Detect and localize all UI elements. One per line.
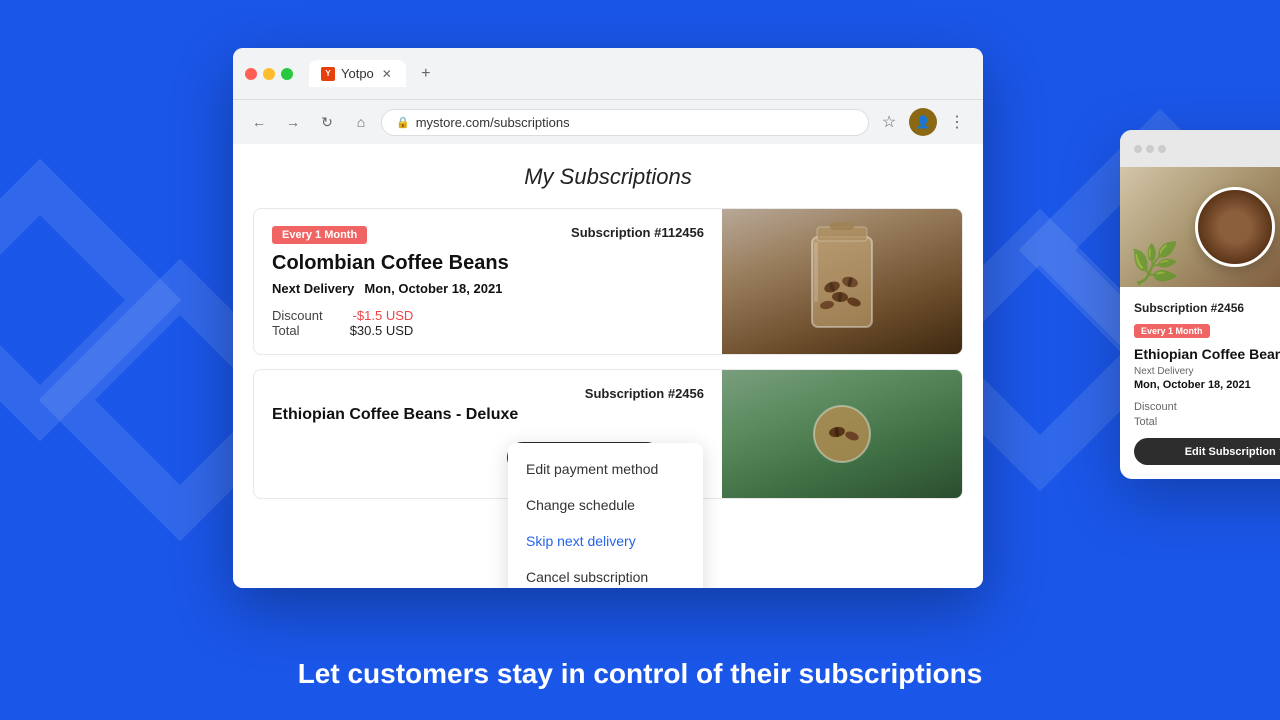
subscription-1-number: Subscription #112456 bbox=[571, 225, 704, 240]
forward-button[interactable]: → bbox=[279, 108, 307, 136]
phone-pricing-discount-row: Discount -$1.5 USD bbox=[1134, 401, 1280, 413]
browser-nav: ← → ↻ ⌂ 🔒 mystore.com/subscriptions ☆ 👤 … bbox=[233, 100, 983, 144]
coffee-bowl-image bbox=[1195, 187, 1275, 267]
phone-hero: 🌿 bbox=[1120, 167, 1280, 287]
phone-modal: ☰ 🔍 🌿 Subscription #2456 Every 1 Month E… bbox=[1120, 130, 1280, 479]
bookmark-button[interactable]: ☆ bbox=[875, 108, 903, 136]
phone-next-delivery-label: Next Delivery bbox=[1134, 366, 1280, 377]
minimize-button-tl[interactable] bbox=[263, 68, 275, 80]
phone-pricing-total-row: Total $30.5 USD bbox=[1134, 416, 1280, 428]
coffee-image-2 bbox=[722, 370, 962, 498]
total-value: $30.5 USD bbox=[350, 323, 414, 338]
plant-decoration: 🌿 bbox=[1130, 240, 1180, 287]
phone-next-delivery-date: Mon, October 18, 2021 bbox=[1134, 379, 1280, 391]
phone-dot-1 bbox=[1134, 145, 1142, 153]
subscription-2-product: Ethiopian Coffee Beans - Deluxe bbox=[272, 406, 704, 424]
tab-favicon: Y bbox=[321, 67, 335, 81]
dropdown-change-schedule[interactable]: Change schedule bbox=[508, 487, 703, 523]
subscription-1-badge: Every 1 Month bbox=[272, 226, 367, 244]
discount-value: -$1.5 USD bbox=[353, 308, 414, 323]
browser-tab[interactable]: Y Yotpo ✕ bbox=[309, 60, 406, 87]
page-title: My Subscriptions bbox=[253, 164, 963, 190]
subscription-2-number: Subscription #2456 bbox=[585, 386, 704, 401]
traffic-lights bbox=[245, 68, 293, 80]
dropdown-cancel-subscription[interactable]: Cancel subscription bbox=[508, 559, 703, 588]
back-button[interactable]: ← bbox=[245, 108, 273, 136]
card-right-2 bbox=[722, 370, 962, 498]
subscription-1-product: Colombian Coffee Beans bbox=[272, 252, 704, 275]
lock-icon: 🔒 bbox=[396, 116, 410, 129]
phone-discount-label: Discount bbox=[1134, 401, 1177, 413]
next-delivery-date: Mon, October 18, 2021 bbox=[364, 281, 502, 296]
phone-edit-subscription-button[interactable]: Edit Subscription ▾ bbox=[1134, 438, 1280, 465]
phone-sub-number: Subscription #2456 bbox=[1134, 301, 1280, 315]
phone-dot-2 bbox=[1146, 145, 1154, 153]
close-button-tl[interactable] bbox=[245, 68, 257, 80]
card-right-1 bbox=[722, 209, 962, 354]
maximize-button-tl[interactable] bbox=[281, 68, 293, 80]
url-text: mystore.com/subscriptions bbox=[416, 115, 570, 130]
next-delivery-label: Next Delivery bbox=[272, 281, 354, 296]
browser-menu-button[interactable]: ⋮ bbox=[943, 108, 971, 136]
browser-window: Y Yotpo ✕ + ← → ↻ ⌂ 🔒 mystore.com/subscr… bbox=[233, 48, 983, 588]
subscription-1-next-delivery: Next Delivery Mon, October 18, 2021 bbox=[272, 281, 704, 296]
phone-product-name: Ethiopian Coffee Beans bbox=[1134, 346, 1280, 362]
browser-chrome: Y Yotpo ✕ + bbox=[233, 48, 983, 100]
card-left-1: Every 1 Month Subscription #112456 Colom… bbox=[254, 209, 722, 354]
dropdown-menu: Edit payment method Change schedule Skip… bbox=[508, 443, 703, 588]
phone-card: Subscription #2456 Every 1 Month Ethiopi… bbox=[1120, 287, 1280, 479]
refresh-button[interactable]: ↻ bbox=[313, 108, 341, 136]
tab-close-button[interactable]: ✕ bbox=[380, 67, 394, 81]
subscription-card-1: Every 1 Month Subscription #112456 Colom… bbox=[253, 208, 963, 355]
coffee-image-1 bbox=[722, 209, 962, 354]
address-bar[interactable]: 🔒 mystore.com/subscriptions bbox=[381, 109, 869, 136]
phone-total-label: Total bbox=[1134, 416, 1157, 428]
phone-edit-btn-label: Edit Subscription bbox=[1185, 446, 1276, 458]
phone-badge: Every 1 Month bbox=[1134, 324, 1210, 338]
dropdown-edit-payment[interactable]: Edit payment method bbox=[508, 451, 703, 487]
profile-avatar[interactable]: 👤 bbox=[909, 108, 937, 136]
phone-chrome: ☰ 🔍 bbox=[1120, 130, 1280, 167]
pricing-1: Discount -$1.5 USD Total $30.5 USD bbox=[272, 308, 413, 338]
card-footer-1: Discount -$1.5 USD Total $30.5 USD bbox=[272, 308, 704, 338]
tab-label: Yotpo bbox=[341, 66, 374, 81]
phone-dots bbox=[1134, 145, 1166, 153]
discount-label: Discount bbox=[272, 308, 323, 323]
new-tab-button[interactable]: + bbox=[414, 62, 438, 86]
dropdown-skip-delivery[interactable]: Skip next delivery bbox=[508, 523, 703, 559]
phone-dot-3 bbox=[1158, 145, 1166, 153]
home-button[interactable]: ⌂ bbox=[347, 108, 375, 136]
total-label: Total bbox=[272, 323, 299, 338]
tagline: Let customers stay in control of their s… bbox=[0, 658, 1280, 690]
